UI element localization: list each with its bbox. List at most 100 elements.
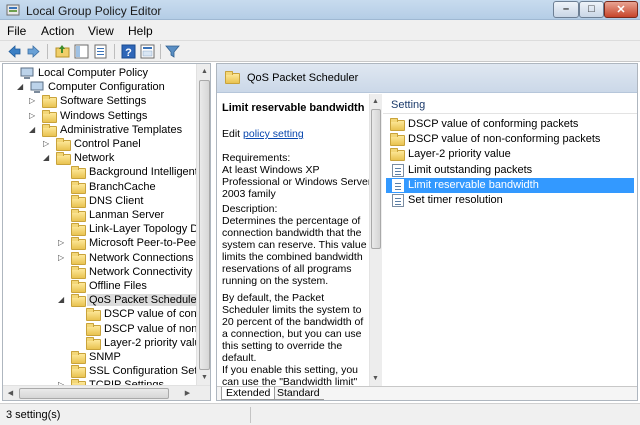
collapsed-arrow-icon[interactable]: ▷ [29, 111, 39, 121]
folder-icon [41, 123, 57, 137]
column-header-setting[interactable]: Setting [383, 94, 637, 114]
description-panel: Limit reservable bandwidth Edit policy s… [217, 94, 382, 386]
description-scroll-thumb[interactable] [371, 109, 381, 249]
expanded-arrow-icon[interactable]: ◢ [43, 153, 53, 163]
tree-item-label: DSCP value of non-con [104, 322, 211, 335]
tree-item-label: SSL Configuration Settings [89, 365, 211, 378]
folder-icon [70, 223, 86, 237]
list-item-label: Set timer resolution [408, 194, 503, 206]
tree-vertical-scroll-thumb[interactable] [199, 80, 210, 370]
tab-standard[interactable]: Standard [273, 387, 324, 400]
list-item[interactable]: Limit outstanding packets [386, 163, 634, 178]
tree-horizontal-scrollbar[interactable]: ◀ ▶ [3, 385, 210, 400]
menu-file[interactable]: File [7, 24, 26, 38]
collapsed-arrow-icon[interactable]: ▷ [29, 96, 39, 106]
scroll-right-icon[interactable]: ▶ [180, 386, 195, 400]
folder-icon [70, 280, 86, 293]
scroll-up-icon[interactable]: ▲ [197, 64, 210, 79]
toolbar-separator [47, 44, 48, 59]
filter-icon[interactable] [164, 43, 181, 60]
list-item-label: Layer-2 priority value [408, 148, 511, 161]
list-item[interactable]: DSCP value of non-conforming packets [386, 132, 634, 147]
list-item[interactable]: Limit reservable bandwidth [386, 177, 634, 193]
description-scrollbar[interactable]: ▲ ▼ [369, 94, 382, 386]
scroll-down-icon[interactable]: ▼ [197, 370, 210, 385]
collapsed-arrow-icon[interactable]: ▷ [58, 238, 68, 248]
folder-icon [70, 237, 86, 251]
tree-horizontal-scroll-thumb[interactable] [19, 388, 169, 399]
folder-icon [85, 336, 101, 350]
export-list-icon[interactable] [92, 43, 109, 60]
tree-vertical-scrollbar[interactable]: ▲ ▼ [196, 64, 210, 385]
folder-icon [70, 194, 86, 208]
policy-setting-icon [390, 163, 405, 177]
menu-bar: File Action View Help [0, 20, 640, 41]
window-title: Local Group Policy Editor [26, 4, 162, 18]
computer-icon [29, 81, 45, 94]
folder-icon [390, 133, 405, 147]
computer-icon [19, 67, 35, 80]
help-icon[interactable]: ? [120, 43, 137, 60]
folder-icon [70, 265, 86, 279]
list-item[interactable]: Layer-2 priority value [386, 147, 634, 162]
status-bar: 3 setting(s) [0, 403, 640, 425]
up-folder-icon[interactable] [54, 43, 71, 60]
toolbar-separator [114, 44, 115, 59]
list-item[interactable]: DSCP value of conforming packets [386, 117, 634, 132]
collapsed-arrow-icon[interactable]: ▷ [43, 139, 53, 149]
minimize-button[interactable]: – [553, 1, 579, 18]
maximize-button[interactable]: □ [579, 1, 604, 18]
expanded-arrow-icon[interactable]: ◢ [17, 82, 27, 92]
edit-policy-setting-link[interactable]: policy setting [243, 128, 304, 140]
expanded-arrow-icon[interactable]: ◢ [58, 295, 68, 305]
tree-item-label: BranchCache [89, 180, 156, 193]
tree-item-label: Network Connections [89, 251, 194, 264]
tree-item-label: Microsoft Peer-to-Peer Net [89, 237, 211, 250]
status-text: 3 setting(s) [6, 409, 61, 421]
folder-icon [70, 166, 86, 180]
menu-help[interactable]: Help [128, 24, 153, 38]
list-item[interactable]: Set timer resolution [386, 193, 634, 208]
tree-item-label: Local Computer Policy [38, 67, 149, 79]
folder-icon [41, 109, 57, 123]
scroll-up-icon[interactable]: ▲ [369, 94, 382, 109]
group-policy-app-icon [6, 4, 20, 16]
menu-action[interactable]: Action [41, 24, 74, 38]
list-item-label: DSCP value of non-conforming packets [408, 133, 601, 146]
tree-item-label: Link-Layer Topology Disco [89, 223, 211, 236]
scroll-down-icon[interactable]: ▼ [369, 371, 382, 386]
properties-icon[interactable] [139, 43, 156, 60]
folder-icon [70, 294, 86, 308]
collapsed-arrow-icon[interactable]: ▷ [58, 253, 68, 263]
close-button[interactable]: ✕ [604, 1, 638, 18]
menu-view[interactable]: View [88, 24, 114, 38]
tab-extended[interactable]: Extended [221, 387, 276, 400]
column-header-label: Setting [391, 99, 426, 111]
edit-line: Edit policy setting [222, 128, 372, 140]
policy-setting-icon [390, 194, 405, 207]
show-hide-tree-icon[interactable] [73, 43, 90, 60]
tree-item-label: Computer Configuration [48, 81, 165, 94]
tree-item-label: Software Settings [60, 95, 147, 108]
expanded-arrow-icon[interactable]: ◢ [29, 125, 39, 135]
maximize-icon: □ [588, 3, 595, 15]
back-arrow-icon[interactable] [6, 43, 23, 60]
status-separator [250, 407, 251, 423]
scroll-left-icon[interactable]: ◀ [3, 386, 18, 400]
forward-arrow-icon[interactable] [25, 43, 42, 60]
folder-icon [55, 138, 71, 151]
folder-icon [70, 351, 86, 364]
list-item-label: Limit reservable bandwidth [408, 178, 539, 191]
pane-header-title: QoS Packet Scheduler [247, 72, 359, 84]
tree-item-label: Offline Files [89, 280, 147, 292]
title-bar: Local Group Policy Editor – □ ✕ [0, 0, 640, 20]
